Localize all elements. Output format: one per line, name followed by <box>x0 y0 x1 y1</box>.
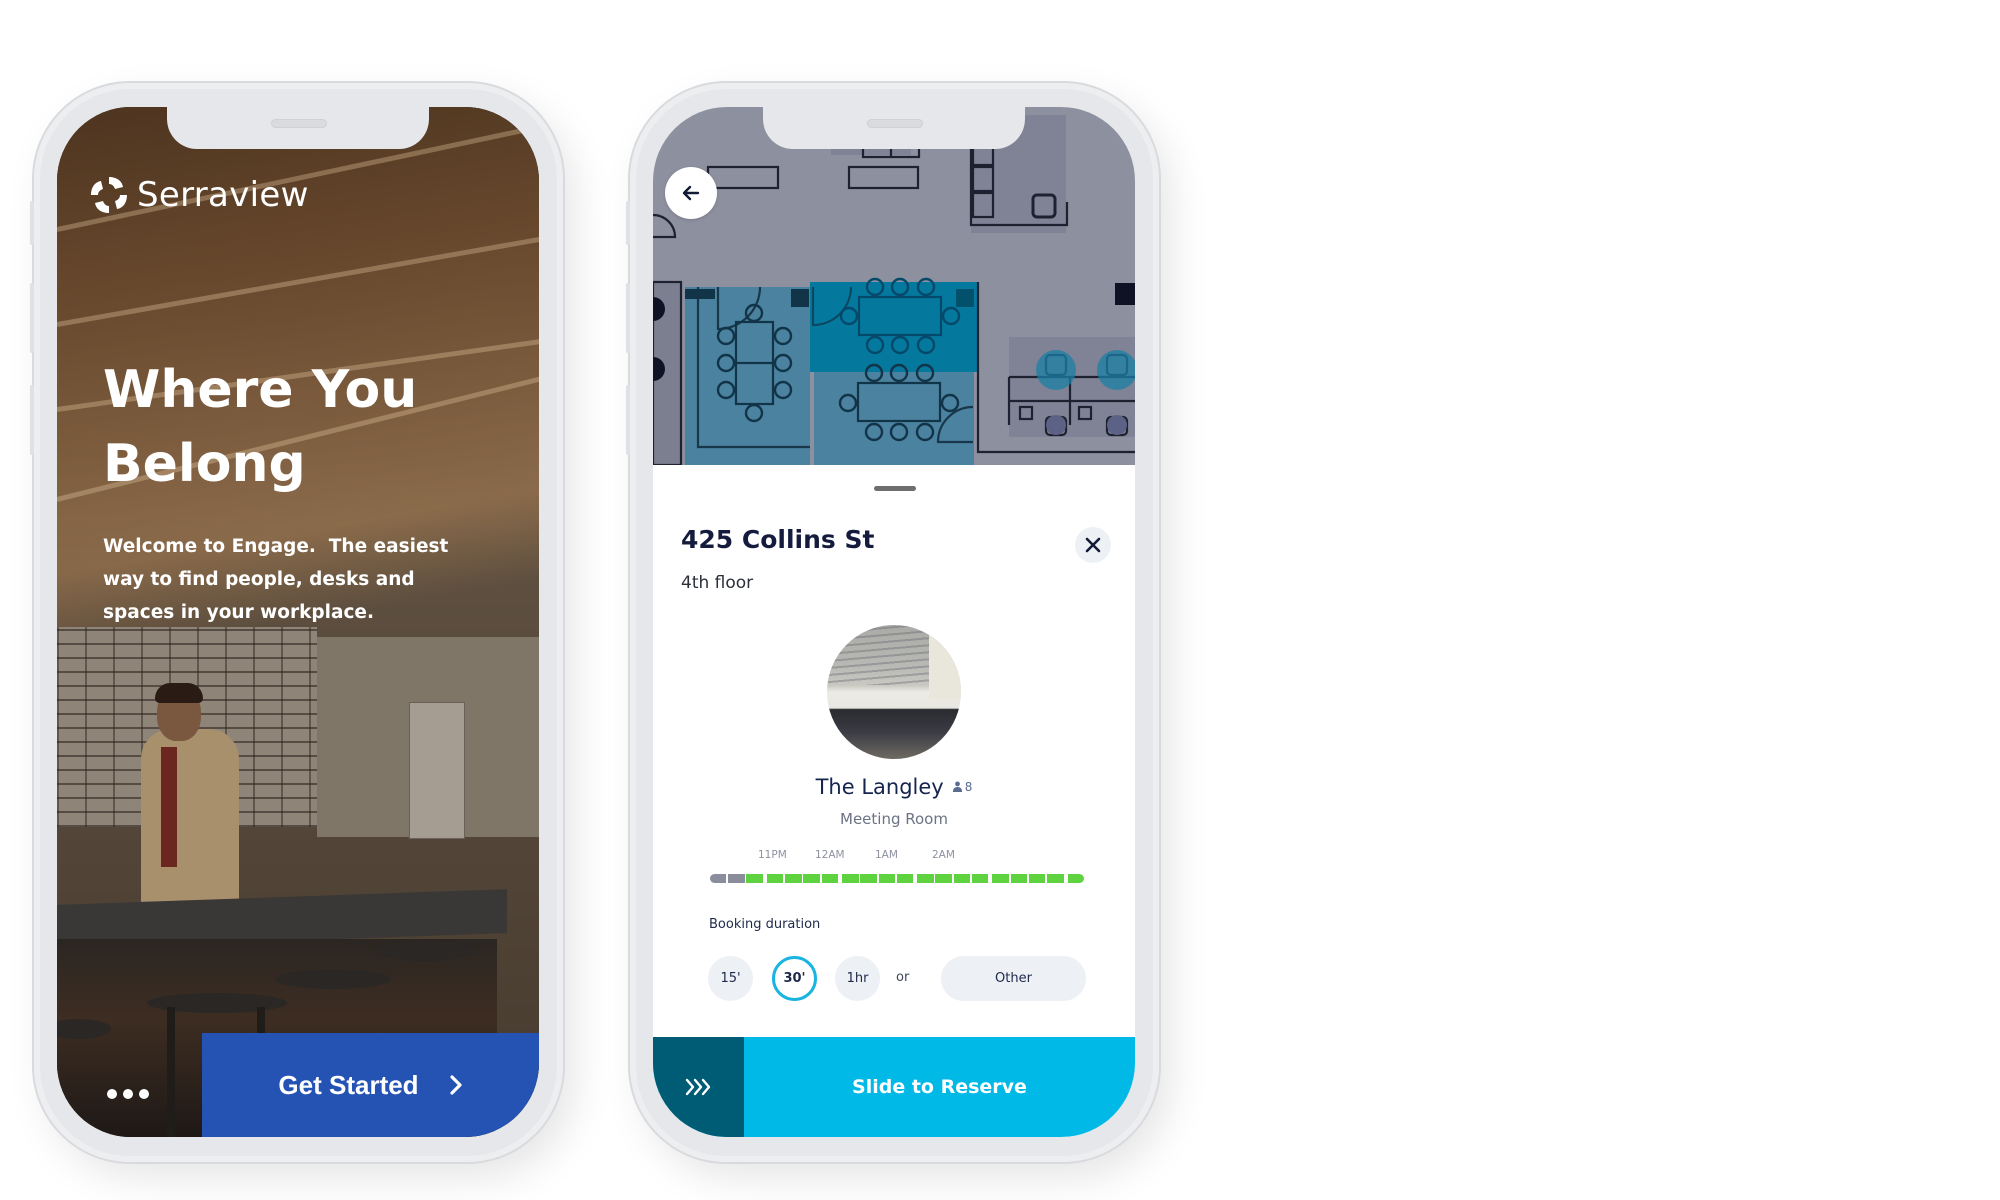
slide-handle[interactable] <box>653 1037 744 1137</box>
room-type: Meeting Room <box>840 810 948 828</box>
timeline-segment-free[interactable] <box>746 874 763 883</box>
timeline-segment-free[interactable] <box>992 874 1009 883</box>
hero-text-line: Welcome to Engage. The easiest <box>103 536 449 557</box>
photo-detail <box>375 941 475 961</box>
phone-side-button <box>626 283 630 353</box>
phone-side-button <box>30 385 34 455</box>
close-icon <box>1085 537 1101 553</box>
desk-available-marker <box>1036 350 1076 390</box>
room-name-row: The Langley 8 <box>653 775 1135 799</box>
room-highlight <box>814 372 974 465</box>
triple-chevron-right-icon <box>685 1078 710 1096</box>
hero-title: Where You Belong <box>103 353 523 501</box>
duration-other-button[interactable]: Other <box>941 956 1086 1001</box>
pager-dot <box>139 1089 149 1099</box>
hero-text-line: way to find people, desks and <box>103 569 415 590</box>
timeline-label: 1AM <box>875 849 898 861</box>
timeline-segment-free[interactable] <box>1047 874 1064 883</box>
availability-timeline[interactable] <box>710 874 1084 883</box>
photo-detail <box>167 1007 175 1137</box>
hero-title-line: Where You <box>103 360 418 420</box>
brand-name: Serraview <box>137 175 309 215</box>
room-highlight <box>685 287 810 465</box>
serraview-logo-icon <box>91 177 127 213</box>
room-name: The Langley <box>815 775 944 799</box>
timeline-segment-free[interactable] <box>1010 874 1028 883</box>
back-button[interactable] <box>665 167 717 219</box>
floor-plan-drawing <box>653 115 1135 465</box>
booking-duration-label: Booking duration <box>709 917 821 932</box>
timeline-segment-free[interactable] <box>842 874 859 883</box>
slide-label: Slide to Reserve <box>852 1076 1027 1098</box>
phone-side-button <box>30 283 34 353</box>
hero-text-line: spaces in your workplace. <box>103 602 374 623</box>
phone-booking: 425 Collins St 4th floor The Langley 8 Me… <box>626 83 1159 1162</box>
duration-option-30[interactable]: 30' <box>772 956 817 1001</box>
timeline-segment-free[interactable] <box>766 874 784 883</box>
phone-speaker <box>271 119 327 128</box>
get-started-label: Get Started <box>278 1069 419 1100</box>
welcome-screen: Serraview Where You Belong Welcome to En… <box>57 107 539 1137</box>
timeline-segment-free[interactable] <box>803 874 820 883</box>
photo-detail <box>409 702 465 839</box>
floor-plan-desk <box>706 165 780 190</box>
room-selected-highlight <box>810 282 978 372</box>
hero-title-line: Belong <box>103 434 306 494</box>
duration-option-15[interactable]: 15' <box>708 956 753 1001</box>
timeline-segment-free[interactable] <box>821 874 839 883</box>
floor-plan-map[interactable] <box>653 107 1135 465</box>
timeline-segment-free[interactable] <box>953 874 971 883</box>
photo-person <box>141 729 239 909</box>
get-started-button[interactable]: Get Started <box>202 1033 539 1137</box>
timeline-segment-free[interactable] <box>1067 874 1084 883</box>
timeline-segment-free[interactable] <box>917 874 934 883</box>
more-dots-icon[interactable] <box>107 1089 149 1099</box>
photo-detail <box>275 969 391 989</box>
drag-handle[interactable] <box>874 486 916 491</box>
chevron-right-icon <box>449 1075 462 1095</box>
close-button[interactable] <box>1075 527 1111 563</box>
timeline-label: 11PM <box>758 849 787 861</box>
timeline-segment-free[interactable] <box>971 874 989 883</box>
arrow-left-icon <box>682 185 700 201</box>
location-floor: 4th floor <box>681 573 754 593</box>
room-capacity-value: 8 <box>964 780 973 794</box>
room-photo <box>827 625 961 759</box>
photo-detail <box>161 747 177 867</box>
person-icon <box>952 781 962 792</box>
timeline-segment-free[interactable] <box>860 874 877 883</box>
timeline-segment-free[interactable] <box>785 874 802 883</box>
timeline-segment-busy[interactable] <box>728 874 745 883</box>
room-detail-sheet: 425 Collins St 4th floor The Langley 8 Me… <box>653 465 1135 1137</box>
timeline-segment-busy[interactable] <box>710 874 727 883</box>
desk-occupied-marker <box>1046 415 1066 435</box>
timeline-label: 2AM <box>932 849 955 861</box>
phone-side-button <box>626 201 630 245</box>
desk-occupied-marker <box>1107 415 1127 435</box>
duration-option-1hr[interactable]: 1hr <box>835 956 880 1001</box>
booking-screen: 425 Collins St 4th floor The Langley 8 Me… <box>653 107 1135 1137</box>
brand-logo: Serraview <box>89 175 309 215</box>
location-title: 425 Collins St <box>681 525 875 554</box>
slide-to-reserve[interactable]: Slide to Reserve <box>653 1037 1135 1137</box>
photo-detail <box>928 625 961 699</box>
timeline-segment-free[interactable] <box>878 874 895 883</box>
timeline-segment-free[interactable] <box>896 874 914 883</box>
pager-dot <box>107 1089 117 1099</box>
photo-detail <box>155 683 203 703</box>
phone-speaker <box>867 119 923 128</box>
phone-notch <box>763 107 1025 149</box>
timeline-segment-free[interactable] <box>935 874 952 883</box>
or-label: or <box>896 970 910 985</box>
phone-side-button <box>626 385 630 455</box>
timeline-label: 12AM <box>815 849 845 861</box>
room-capacity: 8 <box>952 780 973 794</box>
timeline-segment-free[interactable] <box>1028 874 1046 883</box>
pager-dot <box>123 1089 133 1099</box>
hero-description: Welcome to Engage. The easiest way to fi… <box>103 530 503 629</box>
phone-notch <box>167 107 429 149</box>
phone-welcome: Serraview Where You Belong Welcome to En… <box>30 83 563 1162</box>
floor-plan-desk <box>847 165 920 190</box>
phone-side-button <box>30 201 34 245</box>
